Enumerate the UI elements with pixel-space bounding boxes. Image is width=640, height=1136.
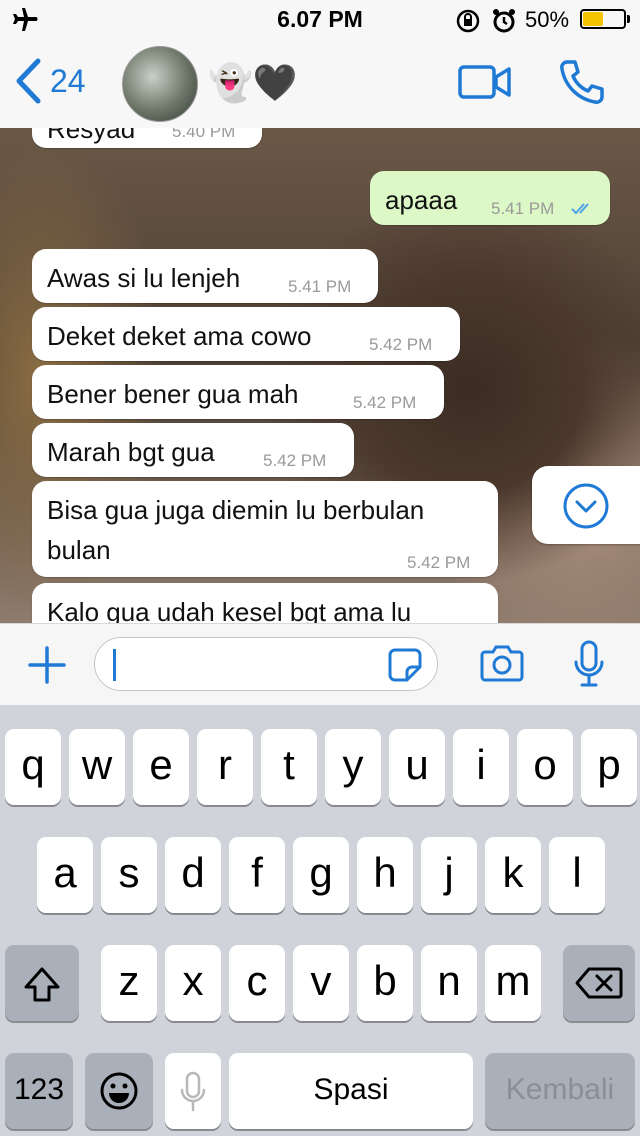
key-m[interactable]: m — [485, 945, 541, 1021]
chevron-down-circle-icon — [563, 483, 609, 529]
backspace-icon — [575, 967, 623, 999]
message-input[interactable] — [94, 637, 438, 691]
chat-header: 24 👻🖤 — [0, 40, 640, 129]
sticker-icon[interactable] — [387, 647, 423, 688]
attach-plus-icon[interactable] — [28, 646, 66, 689]
key-h[interactable]: h — [357, 837, 413, 913]
shift-key[interactable] — [5, 945, 79, 1021]
message-bubble[interactable]: Kalo gua udah kesel bgt ama lu — [32, 583, 498, 623]
key-r[interactable]: r — [197, 729, 253, 805]
message-time: 5.42 PM — [353, 393, 417, 412]
key-g[interactable]: g — [293, 837, 349, 913]
message-bubble[interactable]: Deket deket ama cowo 5.42 PM — [32, 307, 460, 361]
message-text: Kalo gua udah kesel bgt ama lu — [47, 597, 412, 623]
message-input-bar — [0, 623, 640, 706]
contact-avatar[interactable] — [122, 46, 198, 122]
message-time: 5.40 PM — [172, 128, 236, 141]
key-p[interactable]: p — [581, 729, 637, 805]
keyboard: q w e r t y u i o p a s d f g h j k l z … — [0, 705, 640, 1136]
key-t[interactable]: t — [261, 729, 317, 805]
read-receipt-icon — [571, 203, 589, 215]
key-j[interactable]: j — [421, 837, 477, 913]
microphone-icon — [180, 1071, 206, 1112]
battery-nub — [627, 15, 630, 23]
key-a[interactable]: a — [37, 837, 93, 913]
message-time: 5.42 PM — [407, 553, 471, 572]
key-d[interactable]: d — [165, 837, 221, 913]
message-text: Bisa gua juga diemin lu berbulan — [47, 495, 425, 525]
microphone-icon[interactable] — [574, 640, 604, 693]
message-bubble[interactable]: apaaa 5.41 PM — [370, 171, 610, 225]
contact-name[interactable]: 👻🖤 — [208, 62, 298, 104]
battery-percentage: 50% — [525, 7, 570, 32]
emoji-key[interactable] — [85, 1053, 153, 1129]
message-bubble[interactable]: Bener bener gua mah 5.42 PM — [32, 365, 444, 419]
alarm-icon — [491, 8, 517, 39]
dictation-key[interactable] — [165, 1053, 221, 1129]
key-q[interactable]: q — [5, 729, 61, 805]
key-l[interactable]: l — [549, 837, 605, 913]
message-time: 5.42 PM — [369, 335, 433, 354]
message-text: Awas si lu lenjeh — [47, 263, 241, 293]
message-time: 5.41 PM — [288, 277, 352, 296]
key-o[interactable]: o — [517, 729, 573, 805]
message-text: Deket deket ama cowo — [47, 321, 312, 351]
battery-icon — [580, 9, 626, 29]
chevron-left-icon — [16, 58, 41, 104]
shift-icon — [24, 967, 60, 1002]
battery-level-fill — [583, 12, 603, 26]
key-c[interactable]: c — [229, 945, 285, 1021]
key-s[interactable]: s — [101, 837, 157, 913]
message-text: Bener bener gua mah — [47, 379, 299, 409]
key-v[interactable]: v — [293, 945, 349, 1021]
message-text: apaaa — [385, 185, 458, 215]
message-bubble[interactable]: Bisa gua juga diemin lu berbulan bulan 5… — [32, 481, 498, 577]
message-text: Resyad — [47, 128, 136, 144]
space-key[interactable]: Spasi — [229, 1053, 473, 1129]
message-bubble[interactable]: Marah bgt gua 5.42 PM — [32, 423, 354, 477]
message-bubble[interactable]: Resyad 5.40 PM — [32, 128, 262, 148]
back-button[interactable]: 24 — [14, 58, 86, 104]
return-key[interactable]: Kembali — [485, 1053, 635, 1129]
unread-count: 24 — [50, 62, 86, 99]
status-bar: 6.07 PM 50% — [0, 0, 640, 40]
numbers-key[interactable]: 123 — [5, 1053, 73, 1129]
key-x[interactable]: x — [165, 945, 221, 1021]
message-text: bulan — [47, 535, 111, 565]
key-z[interactable]: z — [101, 945, 157, 1021]
key-w[interactable]: w — [69, 729, 125, 805]
backspace-key[interactable] — [563, 945, 635, 1021]
key-e[interactable]: e — [133, 729, 189, 805]
camera-icon[interactable] — [480, 644, 524, 687]
chat-area[interactable]: Resyad 5.40 PM apaaa 5.41 PM Awas si lu … — [0, 128, 640, 623]
message-time: 5.41 PM — [491, 199, 555, 218]
key-f[interactable]: f — [229, 837, 285, 913]
video-call-icon[interactable] — [458, 64, 512, 105]
text-caret — [113, 649, 116, 681]
key-i[interactable]: i — [453, 729, 509, 805]
scroll-to-bottom-button[interactable] — [532, 466, 640, 544]
key-b[interactable]: b — [357, 945, 413, 1021]
message-text: Marah bgt gua — [47, 437, 215, 467]
rotation-lock-icon — [455, 8, 481, 39]
key-y[interactable]: y — [325, 729, 381, 805]
key-k[interactable]: k — [485, 837, 541, 913]
message-bubble[interactable]: Awas si lu lenjeh 5.41 PM — [32, 249, 378, 303]
key-n[interactable]: n — [421, 945, 477, 1021]
message-time: 5.42 PM — [263, 451, 327, 470]
key-u[interactable]: u — [389, 729, 445, 805]
voice-call-icon[interactable] — [558, 58, 606, 111]
emoji-icon — [100, 1072, 138, 1110]
